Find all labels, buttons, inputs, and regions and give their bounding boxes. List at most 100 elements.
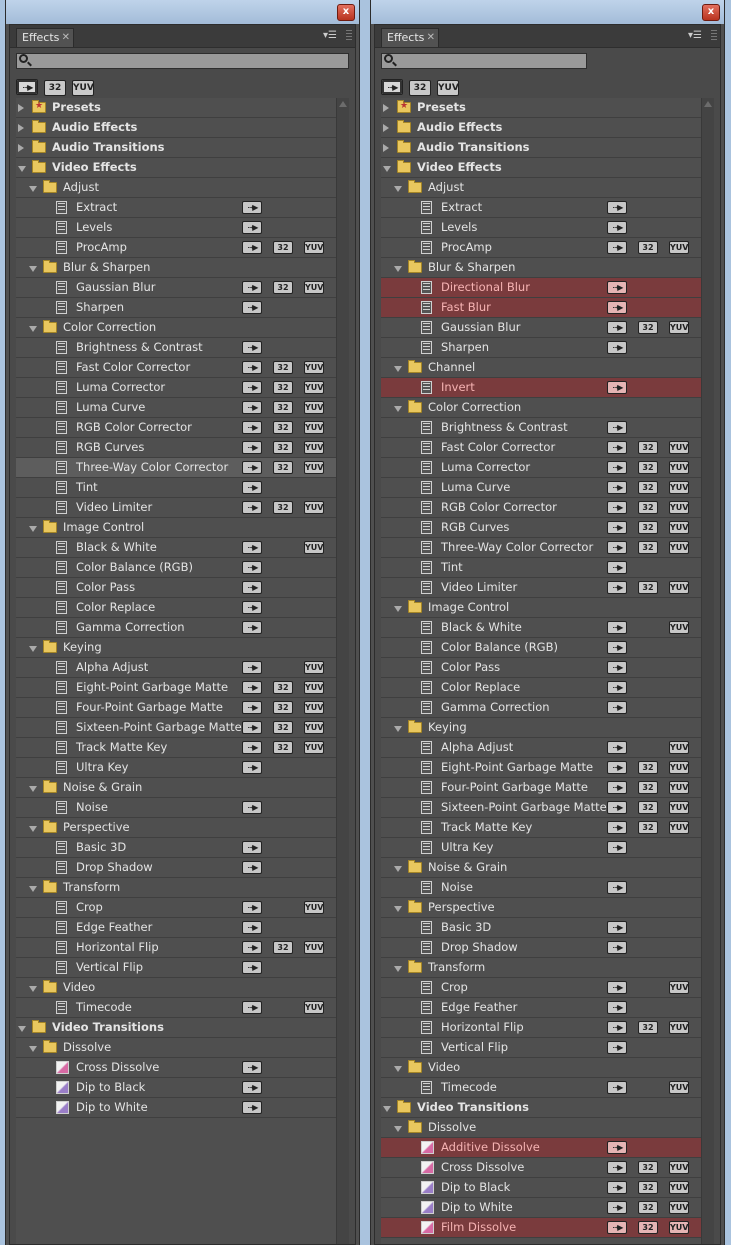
expand-triangle-closed-icon[interactable] bbox=[18, 124, 24, 132]
expand-triangle-open-icon[interactable] bbox=[394, 1066, 402, 1072]
folder-row-transform[interactable]: Transform bbox=[381, 958, 702, 978]
expand-triangle-open-icon[interactable] bbox=[29, 186, 37, 192]
expand-triangle-open-icon[interactable] bbox=[383, 1106, 391, 1112]
effect-row-sharpen[interactable]: Sharpen bbox=[381, 338, 702, 358]
effect-row-invert[interactable]: Invert bbox=[381, 378, 702, 398]
vertical-scrollbar[interactable] bbox=[701, 98, 714, 1244]
effect-row-color-balance-rgb[interactable]: Color Balance (RGB) bbox=[381, 638, 702, 658]
folder-row-color-correction[interactable]: Color Correction bbox=[381, 398, 702, 418]
folder-row-audio-effects[interactable]: Audio Effects bbox=[381, 118, 702, 138]
tab-effects[interactable]: Effects ✕ bbox=[381, 28, 439, 47]
effect-row-procamp[interactable]: ProcAmp 32 YUV bbox=[381, 238, 702, 258]
effect-row-rgb-color-corrector[interactable]: RGB Color Corrector 32 YUV bbox=[16, 418, 337, 438]
folder-row-audio-transitions[interactable]: Audio Transitions bbox=[381, 138, 702, 158]
32bit-filter-button[interactable]: 32 bbox=[44, 80, 66, 96]
folder-row-adjust[interactable]: Adjust bbox=[381, 178, 702, 198]
effect-row-black-and-white[interactable]: Black & White YUV bbox=[381, 618, 702, 638]
folder-row-video-transitions[interactable]: Video Transitions bbox=[381, 1098, 702, 1118]
tab-effects[interactable]: Effects ✕ bbox=[16, 28, 74, 47]
expand-triangle-open-icon[interactable] bbox=[394, 366, 402, 372]
effect-row-sixteen-point-garbage-matte[interactable]: Sixteen-Point Garbage Matte 32 YUV bbox=[16, 718, 337, 738]
32bit-filter-button[interactable]: 32 bbox=[409, 80, 431, 96]
effect-row-drop-shadow[interactable]: Drop Shadow bbox=[16, 858, 337, 878]
effect-row-track-matte-key[interactable]: Track Matte Key 32 YUV bbox=[16, 738, 337, 758]
panel-grip-icon[interactable] bbox=[711, 30, 717, 42]
effect-row-color-balance-rgb[interactable]: Color Balance (RGB) bbox=[16, 558, 337, 578]
effect-row-gaussian-blur[interactable]: Gaussian Blur 32 YUV bbox=[381, 318, 702, 338]
yuv-filter-button[interactable]: YUV bbox=[437, 80, 459, 96]
scroll-up-icon[interactable] bbox=[339, 101, 347, 107]
folder-row-video-transitions[interactable]: Video Transitions bbox=[16, 1018, 337, 1038]
effect-row-brightness-and-contrast[interactable]: Brightness & Contrast bbox=[16, 338, 337, 358]
yuv-filter-button[interactable]: YUV bbox=[72, 80, 94, 96]
expand-triangle-open-icon[interactable] bbox=[18, 1026, 26, 1032]
panel-grip-icon[interactable] bbox=[346, 30, 352, 42]
folder-row-transform[interactable]: Transform bbox=[16, 878, 337, 898]
expand-triangle-closed-icon[interactable] bbox=[383, 144, 389, 152]
folder-row-presets[interactable]: Presets bbox=[16, 98, 337, 118]
effect-row-basic-3d[interactable]: Basic 3D bbox=[381, 918, 702, 938]
effect-row-noise[interactable]: Noise bbox=[16, 798, 337, 818]
expand-triangle-open-icon[interactable] bbox=[394, 1126, 402, 1132]
expand-triangle-open-icon[interactable] bbox=[29, 886, 37, 892]
accelerated-effects-filter-button[interactable] bbox=[381, 79, 403, 95]
folder-row-keying[interactable]: Keying bbox=[381, 718, 702, 738]
scroll-up-icon[interactable] bbox=[704, 101, 712, 107]
effect-row-color-pass[interactable]: Color Pass bbox=[16, 578, 337, 598]
transition-row-cross-dissolve[interactable]: Cross Dissolve 32 YUV bbox=[381, 1158, 702, 1178]
effect-row-luma-curve[interactable]: Luma Curve 32 YUV bbox=[16, 398, 337, 418]
effect-row-tint[interactable]: Tint bbox=[16, 478, 337, 498]
effect-row-gamma-correction[interactable]: Gamma Correction bbox=[381, 698, 702, 718]
effect-row-fast-color-corrector[interactable]: Fast Color Corrector 32 YUV bbox=[16, 358, 337, 378]
folder-row-image-control[interactable]: Image Control bbox=[381, 598, 702, 618]
effect-row-levels[interactable]: Levels bbox=[381, 218, 702, 238]
transition-row-film-dissolve[interactable]: Film Dissolve 32 YUV bbox=[381, 1218, 702, 1238]
effect-row-procamp[interactable]: ProcAmp 32 YUV bbox=[16, 238, 337, 258]
folder-row-dissolve[interactable]: Dissolve bbox=[381, 1118, 702, 1138]
effect-row-horizontal-flip[interactable]: Horizontal Flip 32 YUV bbox=[16, 938, 337, 958]
expand-triangle-open-icon[interactable] bbox=[394, 866, 402, 872]
effect-row-fast-blur[interactable]: Fast Blur bbox=[381, 298, 702, 318]
effect-row-rgb-curves[interactable]: RGB Curves 32 YUV bbox=[381, 518, 702, 538]
effect-row-fast-color-corrector[interactable]: Fast Color Corrector 32 YUV bbox=[381, 438, 702, 458]
panel-menu-icon[interactable]: ▾☰ bbox=[323, 30, 337, 41]
expand-triangle-open-icon[interactable] bbox=[394, 966, 402, 972]
transition-row-additive-dissolve[interactable]: Additive Dissolve bbox=[381, 1138, 702, 1158]
expand-triangle-closed-icon[interactable] bbox=[383, 104, 389, 112]
effect-row-vertical-flip[interactable]: Vertical Flip bbox=[16, 958, 337, 978]
expand-triangle-open-icon[interactable] bbox=[29, 786, 37, 792]
effect-row-gamma-correction[interactable]: Gamma Correction bbox=[16, 618, 337, 638]
accelerated-effects-filter-button[interactable] bbox=[16, 79, 38, 95]
vertical-scrollbar[interactable] bbox=[336, 98, 349, 1244]
effect-row-sixteen-point-garbage-matte[interactable]: Sixteen-Point Garbage Matte 32 YUV bbox=[381, 798, 702, 818]
folder-row-perspective[interactable]: Perspective bbox=[16, 818, 337, 838]
folder-row-keying[interactable]: Keying bbox=[16, 638, 337, 658]
effect-row-color-replace[interactable]: Color Replace bbox=[16, 598, 337, 618]
expand-triangle-open-icon[interactable] bbox=[29, 1046, 37, 1052]
effect-row-luma-corrector[interactable]: Luma Corrector 32 YUV bbox=[381, 458, 702, 478]
effect-row-ultra-key[interactable]: Ultra Key bbox=[16, 758, 337, 778]
expand-triangle-closed-icon[interactable] bbox=[18, 144, 24, 152]
effect-row-track-matte-key[interactable]: Track Matte Key 32 YUV bbox=[381, 818, 702, 838]
folder-row-blur-and-sharpen[interactable]: Blur & Sharpen bbox=[16, 258, 337, 278]
expand-triangle-open-icon[interactable] bbox=[394, 606, 402, 612]
effect-row-black-and-white[interactable]: Black & White YUV bbox=[16, 538, 337, 558]
transition-row-cross-dissolve[interactable]: Cross Dissolve bbox=[16, 1058, 337, 1078]
folder-row-dissolve[interactable]: Dissolve bbox=[16, 1038, 337, 1058]
effect-row-timecode[interactable]: Timecode YUV bbox=[16, 998, 337, 1018]
transition-row-dip-to-black[interactable]: Dip to Black bbox=[16, 1078, 337, 1098]
effect-row-four-point-garbage-matte[interactable]: Four-Point Garbage Matte 32 YUV bbox=[16, 698, 337, 718]
search-input[interactable] bbox=[381, 53, 587, 69]
effect-row-alpha-adjust[interactable]: Alpha Adjust YUV bbox=[381, 738, 702, 758]
search-input[interactable] bbox=[16, 53, 349, 69]
effect-row-levels[interactable]: Levels bbox=[16, 218, 337, 238]
folder-row-audio-transitions[interactable]: Audio Transitions bbox=[16, 138, 337, 158]
expand-triangle-open-icon[interactable] bbox=[394, 906, 402, 912]
effect-row-noise[interactable]: Noise bbox=[381, 878, 702, 898]
expand-triangle-open-icon[interactable] bbox=[29, 326, 37, 332]
tab-close-icon[interactable]: ✕ bbox=[62, 29, 70, 47]
close-window-button[interactable]: x bbox=[702, 4, 720, 21]
effect-row-video-limiter[interactable]: Video Limiter 32 YUV bbox=[16, 498, 337, 518]
effect-row-ultra-key[interactable]: Ultra Key bbox=[381, 838, 702, 858]
effect-row-drop-shadow[interactable]: Drop Shadow bbox=[381, 938, 702, 958]
